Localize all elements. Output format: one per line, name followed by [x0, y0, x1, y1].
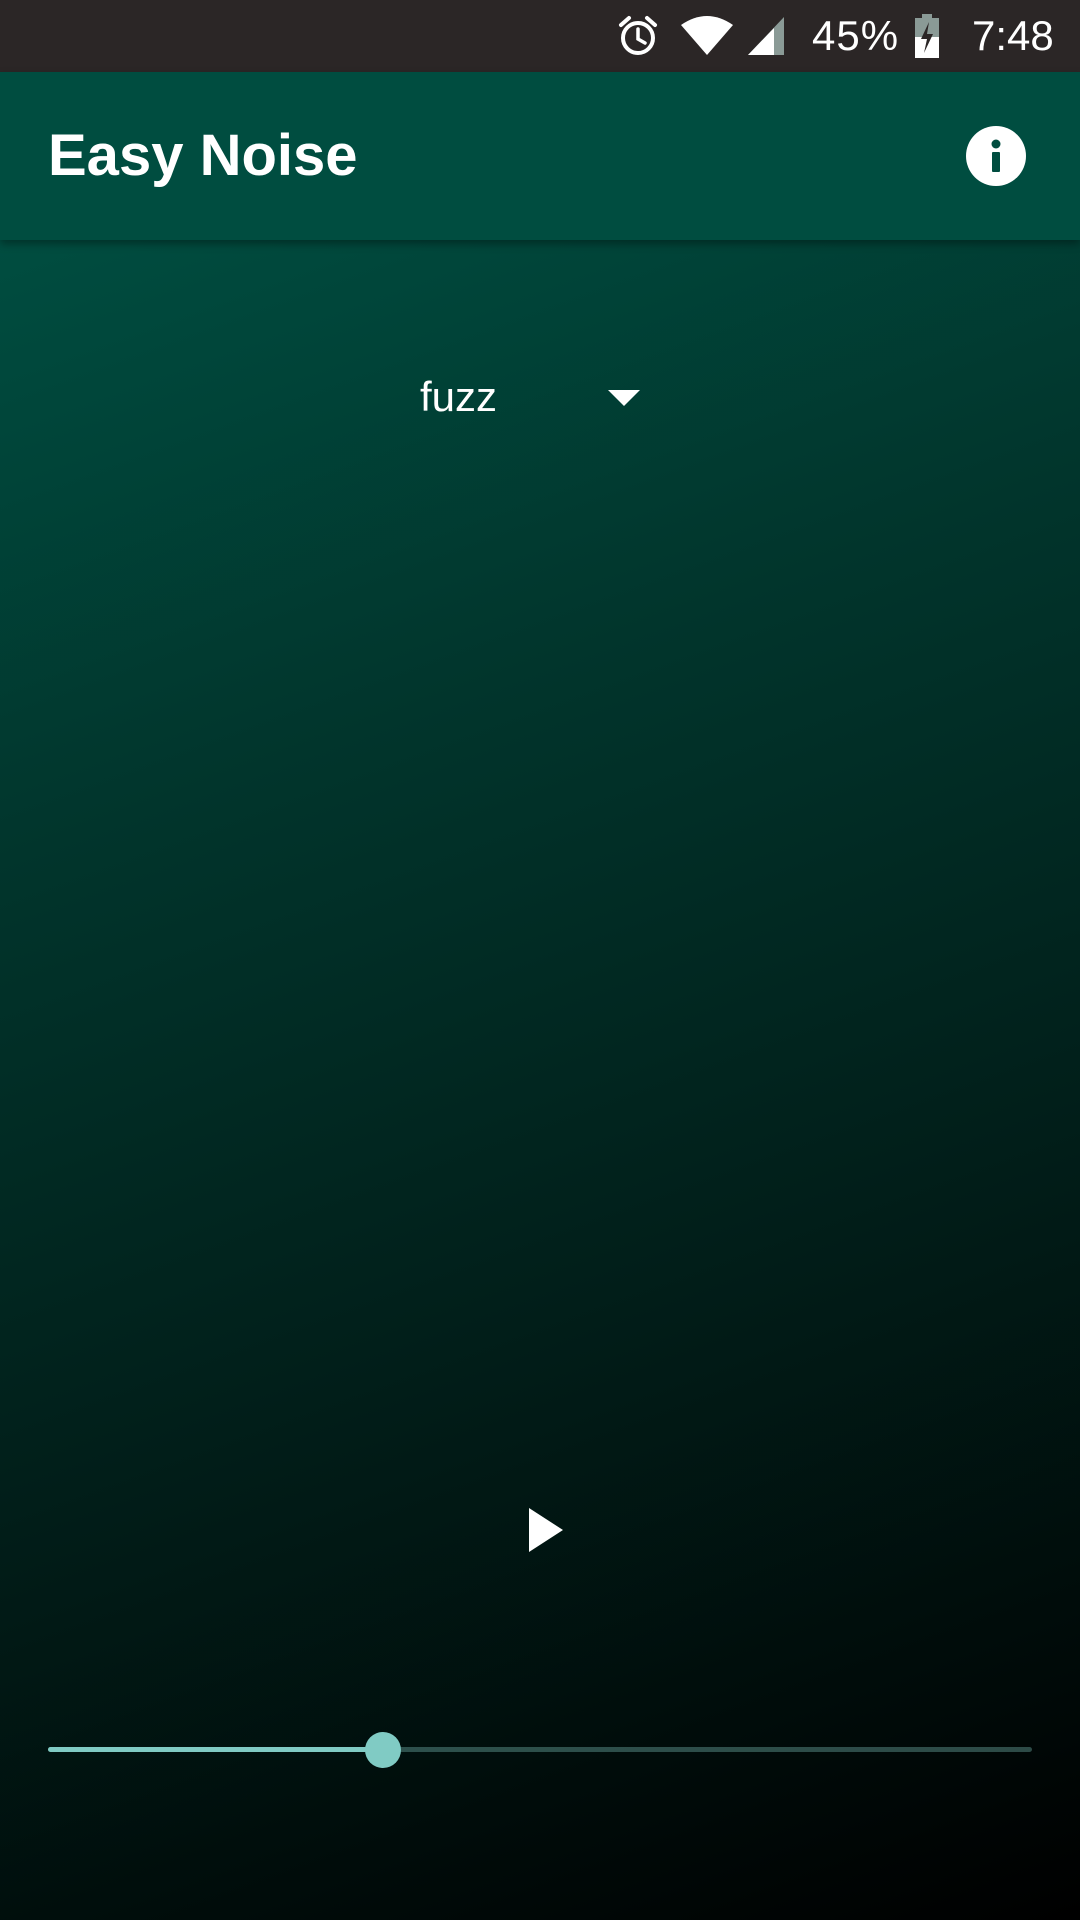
noise-type-value: fuzz: [420, 373, 498, 420]
slider-fill: [48, 1747, 383, 1752]
status-bar: 45% 7:48: [0, 0, 1080, 72]
app-bar: Easy Noise: [0, 72, 1080, 240]
battery-charging-icon: [914, 0, 942, 72]
clock-time: 7:48: [972, 12, 1054, 59]
info-button[interactable]: [966, 126, 1026, 186]
app-title: Easy Noise: [48, 123, 358, 188]
noise-type-dropdown[interactable]: fuzz: [420, 362, 640, 432]
play-icon: [529, 1508, 563, 1552]
dropdown-arrow-icon: [608, 390, 640, 406]
alarm-clock-icon: [616, 0, 664, 72]
battery-percent: 45%: [812, 12, 900, 59]
main-content: fuzz: [0, 240, 1080, 1920]
info-icon: [991, 139, 1001, 172]
cell-signal-icon: [746, 0, 792, 72]
slider-thumb[interactable]: [365, 1732, 401, 1768]
wifi-icon: [680, 0, 736, 72]
play-button[interactable]: [506, 1494, 578, 1566]
volume-slider[interactable]: [48, 1720, 1032, 1780]
